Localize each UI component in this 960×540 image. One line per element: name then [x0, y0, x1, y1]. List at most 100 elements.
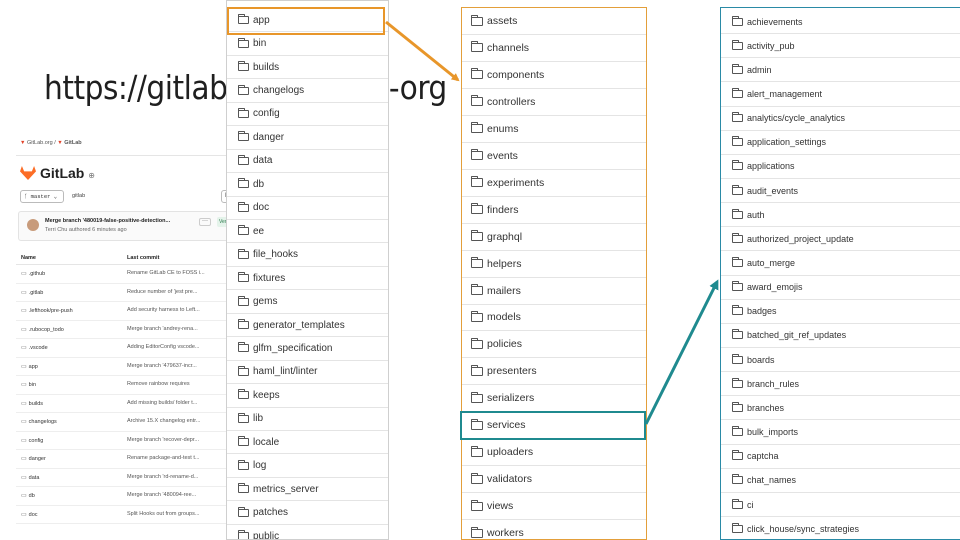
table-row[interactable]: ▭ .gitlab Reduce number of 'jest pre...: [16, 284, 236, 302]
branch-selector[interactable]: ᚴ master ⌄: [20, 190, 64, 203]
folder-item-controllers[interactable]: controllers: [462, 89, 646, 116]
folder-item-generator-templates[interactable]: generator_templates: [227, 314, 388, 338]
last-commit-cell[interactable]: Merge branch '480094-ree...: [127, 492, 196, 498]
file-name-cell[interactable]: ▭ changelogs: [21, 418, 57, 425]
folder-item-services[interactable]: services: [462, 412, 646, 440]
folder-item-channels[interactable]: channels: [462, 35, 646, 62]
last-commit-cell[interactable]: Archive 15.X changelog entr...: [127, 418, 200, 424]
folder-item-models[interactable]: models: [462, 304, 646, 332]
folder-item-chat-names[interactable]: chat_names: [721, 469, 960, 493]
file-name-cell[interactable]: ▭ .lefthook/pre-push: [21, 307, 73, 314]
last-commit-cell[interactable]: Add missing builds/ folder t...: [127, 400, 197, 406]
commit-message[interactable]: Merge branch '480019-false-positive-dete…: [45, 218, 170, 224]
last-commit-cell[interactable]: Remove rainbow requires: [127, 381, 190, 387]
folder-item-fixtures[interactable]: fixtures: [227, 267, 388, 291]
folder-item-changelogs[interactable]: changelogs: [227, 79, 388, 103]
breadcrumb-project[interactable]: GitLab: [64, 140, 81, 146]
folder-item-auto-merge[interactable]: auto_merge: [721, 252, 960, 276]
commit-more-button[interactable]: ···: [199, 218, 211, 226]
folder-item-doc[interactable]: doc: [227, 197, 388, 220]
folder-item-policies[interactable]: policies: [462, 331, 646, 359]
folder-item-config[interactable]: config: [227, 103, 388, 127]
folder-item-badges[interactable]: badges: [721, 300, 960, 324]
folder-item-boards[interactable]: boards: [721, 348, 960, 373]
folder-item-workers[interactable]: workers: [462, 520, 646, 539]
folder-item-file-hooks[interactable]: file_hooks: [227, 244, 388, 267]
folder-item-app[interactable]: app: [227, 9, 388, 33]
folder-item-serializers[interactable]: serializers: [462, 385, 646, 413]
folder-item-uploaders[interactable]: uploaders: [462, 439, 646, 467]
table-row[interactable]: ▭ config Merge branch 'recover-depr...: [16, 432, 236, 450]
folder-item-batched-git-ref-updates[interactable]: batched_git_ref_updates: [721, 324, 960, 349]
folder-item-captcha[interactable]: captcha: [721, 445, 960, 469]
folder-item-applications[interactable]: applications: [721, 155, 960, 179]
breadcrumb-group[interactable]: GitLab.org: [27, 140, 53, 146]
last-commit-cell[interactable]: Reduce number of 'jest pre...: [127, 289, 197, 295]
folder-item-gems[interactable]: gems: [227, 290, 388, 314]
folder-item-experiments[interactable]: experiments: [462, 170, 646, 197]
table-row[interactable]: ▭ app Merge branch '479637-incr...: [16, 358, 236, 376]
file-name-cell[interactable]: ▭ .gitlab: [21, 289, 43, 296]
file-name-cell[interactable]: ▭ db: [21, 492, 35, 499]
folder-item-db[interactable]: db: [227, 173, 388, 197]
folder-item-finders[interactable]: finders: [462, 197, 646, 224]
last-commit-cell[interactable]: Merge branch '479637-incr...: [127, 363, 197, 369]
table-row[interactable]: ▭ danger Rename package-and-test t...: [16, 450, 236, 469]
folder-item-graphql[interactable]: graphql: [462, 224, 646, 251]
folder-item-assets[interactable]: assets: [462, 8, 646, 35]
folder-item-admin[interactable]: admin: [721, 58, 960, 83]
folder-item-ee[interactable]: ee: [227, 220, 388, 244]
folder-item-log[interactable]: log: [227, 455, 388, 478]
file-name-cell[interactable]: ▭ app: [21, 363, 38, 370]
folder-item-views[interactable]: views: [462, 493, 646, 521]
folder-item-validators[interactable]: validators: [462, 466, 646, 494]
folder-item-award-emojis[interactable]: award_emojis: [721, 276, 960, 300]
folder-item-glfm-specification[interactable]: glfm_specification: [227, 337, 388, 361]
folder-item-application-settings[interactable]: application_settings: [721, 131, 960, 155]
folder-item-danger[interactable]: danger: [227, 126, 388, 150]
last-commit-cell[interactable]: Split Hooks out from groups...: [127, 511, 199, 517]
folder-item-audit-events[interactable]: audit_events: [721, 179, 960, 204]
folder-item-branches[interactable]: branches: [721, 396, 960, 421]
table-row[interactable]: ▭ .github Rename GitLab CE to FOSS i...: [16, 265, 236, 284]
table-row[interactable]: ▭ doc Split Hooks out from groups...: [16, 506, 236, 524]
folder-item-patches[interactable]: patches: [227, 501, 388, 525]
table-row[interactable]: ▭ .lefthook/pre-push Add security harness …: [16, 302, 236, 321]
last-commit-cell[interactable]: Merge branch 'recover-depr...: [127, 437, 199, 443]
table-row[interactable]: ▭ .vscode Adding EditorConfig vscode...: [16, 339, 236, 358]
last-commit-cell[interactable]: Merge branch 'rd-rename-d...: [127, 474, 198, 480]
folder-item-builds[interactable]: builds: [227, 56, 388, 80]
avatar[interactable]: [27, 219, 39, 231]
table-row[interactable]: ▭ changelogs Archive 15.X changelog entr..…: [16, 413, 236, 432]
folder-item-click-house-sync-strategies[interactable]: click_house/sync_strategies: [721, 517, 960, 539]
folder-item-alert-management[interactable]: alert_management: [721, 82, 960, 107]
table-row[interactable]: ▭ builds Add missing builds/ folder t...: [16, 395, 236, 413]
folder-item-authorized-project-update[interactable]: authorized_project_update: [721, 227, 960, 252]
folder-item-keeps[interactable]: keeps: [227, 384, 388, 408]
file-name-cell[interactable]: ▭ bin: [21, 381, 36, 388]
folder-item-events[interactable]: events: [462, 143, 646, 170]
table-row[interactable]: ▭ data Merge branch 'rd-rename-d...: [16, 469, 236, 487]
folder-item-metrics-server[interactable]: metrics_server: [227, 478, 388, 502]
file-name-cell[interactable]: ▭ doc: [21, 511, 38, 518]
folder-item-branch-rules[interactable]: branch_rules: [721, 372, 960, 397]
last-commit-cell[interactable]: Rename GitLab CE to FOSS i...: [127, 270, 205, 276]
folder-item-helpers[interactable]: helpers: [462, 251, 646, 278]
folder-item-bin[interactable]: bin: [227, 32, 388, 56]
table-row[interactable]: ▭ bin Remove rainbow requires: [16, 376, 236, 395]
folder-item-data[interactable]: data: [227, 150, 388, 174]
last-commit-cell[interactable]: Merge branch 'andrey-rena...: [127, 326, 198, 332]
folder-item-ci[interactable]: ci: [721, 493, 960, 518]
folder-item-haml-lint-linter[interactable]: haml_lint/linter: [227, 361, 388, 385]
folder-item-achievements[interactable]: achievements: [721, 10, 960, 35]
file-name-cell[interactable]: ▭ .rubocop_todo: [21, 326, 64, 333]
table-row[interactable]: ▭ db Merge branch '480094-ree...: [16, 487, 236, 506]
folder-item-mailers[interactable]: mailers: [462, 278, 646, 305]
file-name-cell[interactable]: ▭ data: [21, 474, 39, 481]
folder-item-lib[interactable]: lib: [227, 408, 388, 432]
file-name-cell[interactable]: ▭ danger: [21, 455, 46, 462]
table-row[interactable]: ▭ .rubocop_todo Merge branch 'andrey-rena.…: [16, 321, 236, 339]
file-name-cell[interactable]: ▭ config: [21, 437, 43, 444]
folder-item-locale[interactable]: locale: [227, 431, 388, 455]
folder-item-public[interactable]: public: [227, 525, 388, 539]
